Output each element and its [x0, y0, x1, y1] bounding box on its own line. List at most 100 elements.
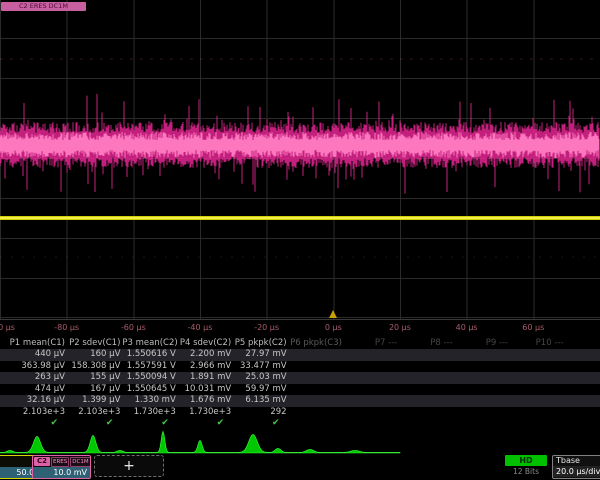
status-check: [289, 418, 344, 428]
measure-min-cell: 1.891 mV: [178, 372, 233, 384]
measure-mean-cell: [455, 361, 510, 373]
param-header[interactable]: P2 sdev(C1): [67, 338, 122, 349]
measure-min-cell: 25.03 mV: [233, 372, 288, 384]
measure-mean-cell: [289, 361, 344, 373]
measure-num-cell: 2.103e+3: [67, 407, 122, 419]
channel-c2-descriptor[interactable]: C2 ERES DC1M 10.0 mV: [32, 455, 91, 479]
time-axis-label: -80 µs: [54, 323, 79, 332]
timebase-label: Tbase: [553, 456, 600, 466]
measure-value-cell: 440 µV: [0, 349, 67, 361]
measure-min-cell: [399, 372, 454, 384]
measure-value-cell: [344, 349, 399, 361]
measure-max-cell: 10.031 mV: [178, 384, 233, 396]
measure-num-cell: [455, 407, 510, 419]
measure-sdev-cell: 1.330 mV: [122, 395, 177, 407]
measure-mean-cell: 33.477 mV: [233, 361, 288, 373]
c2-scale-value: 10.0 mV: [33, 467, 90, 478]
measure-num-cell: 292: [233, 407, 288, 419]
time-axis-label: -20 µs: [254, 323, 279, 332]
measure-value-cell: [399, 349, 454, 361]
oscilloscope-screen: C2 ERES DC1M -100 µs-80 µs-60 µs-40 µs-2…: [0, 0, 600, 480]
status-check: ✔: [0, 418, 67, 428]
measure-max-cell: [455, 384, 510, 396]
measure-mean-cell: 158.308 µV: [67, 361, 122, 373]
param-header-unused[interactable]: P10 ---: [510, 338, 565, 349]
measure-min-cell: [510, 372, 565, 384]
waveform-traces: [0, 0, 600, 319]
measure-min-cell: [344, 372, 399, 384]
measure-max-cell: 59.97 mV: [233, 384, 288, 396]
status-check: [510, 418, 565, 428]
status-check: [399, 418, 454, 428]
measure-num-cell: [399, 407, 454, 419]
time-axis-label: 40 µs: [456, 323, 478, 332]
param-header-unused[interactable]: P9 ---: [455, 338, 510, 349]
status-check: ✔: [178, 418, 233, 428]
measure-value-cell: 27.97 mV: [233, 349, 288, 361]
measure-num-cell: [344, 407, 399, 419]
time-axis-label: -100 µs: [0, 323, 15, 332]
timebase-descriptor[interactable]: Tbase 20.0 µs/div: [552, 455, 600, 479]
measure-max-cell: [399, 384, 454, 396]
measure-mean-cell: 363.98 µV: [0, 361, 67, 373]
measure-max-cell: 1.550645 V: [122, 384, 177, 396]
measurement-table: P1 mean(C1)P2 sdev(C1)P3 mean(C2)P4 sdev…: [0, 338, 600, 428]
measure-max-cell: [289, 384, 344, 396]
measure-max-cell: [344, 384, 399, 396]
status-check: ✔: [233, 418, 288, 428]
measure-mean-cell: 1.557591 V: [122, 361, 177, 373]
status-check: ✔: [122, 418, 177, 428]
measure-sdev-cell: [510, 395, 565, 407]
status-check: [455, 418, 510, 428]
param-header-unused[interactable]: P8 ---: [399, 338, 454, 349]
measure-value-cell: 2.200 mV: [178, 349, 233, 361]
bottom-status-bar: DC1M 50.0 mV C2 ERES DC1M 10.0 mV + HD 1…: [0, 454, 600, 480]
time-axis-label: 60 µs: [522, 323, 544, 332]
c2-coupling-chip: DC1M: [70, 457, 90, 467]
c2-eres-chip: ERES: [51, 457, 69, 467]
time-axis-label: 20 µs: [389, 323, 411, 332]
param-header-unused[interactable]: P11: [566, 338, 600, 349]
measure-max-cell: 474 µV: [0, 384, 67, 396]
trace-descriptor-badge[interactable]: C2 ERES DC1M: [1, 2, 86, 11]
measure-num-cell: 1.730e+3: [178, 407, 233, 419]
measure-num-cell: [566, 407, 600, 419]
measure-num-cell: 1.730e+3: [122, 407, 177, 419]
measure-sdev-cell: 6.135 mV: [233, 395, 288, 407]
measure-mean-cell: [510, 361, 565, 373]
param-header-unused[interactable]: P7 ---: [344, 338, 399, 349]
waveform-grid: [0, 0, 600, 320]
measure-value-cell: 160 µV: [67, 349, 122, 361]
measure-sdev-cell: [289, 395, 344, 407]
measure-sdev-cell: [566, 395, 600, 407]
measure-sdev-cell: 1.676 mV: [178, 395, 233, 407]
measure-num-cell: 2.103e+3: [0, 407, 67, 419]
measure-sdev-cell: [399, 395, 454, 407]
param-header[interactable]: P3 mean(C2): [122, 338, 177, 349]
param-header[interactable]: P1 mean(C1): [0, 338, 67, 349]
param-header[interactable]: P4 sdev(C2): [178, 338, 233, 349]
hd-bits-label: 12 Bits: [505, 467, 547, 477]
measure-value-cell: [289, 349, 344, 361]
measure-min-cell: 263 µV: [0, 372, 67, 384]
measure-mean-cell: [566, 361, 600, 373]
measure-min-cell: [566, 372, 600, 384]
add-trace-button[interactable]: +: [94, 455, 164, 477]
measure-mean-cell: [344, 361, 399, 373]
status-check: [566, 418, 600, 428]
measure-max-cell: [510, 384, 565, 396]
time-axis-label: -60 µs: [121, 323, 146, 332]
param-header-unused[interactable]: P6 pkpk(C3): [289, 338, 344, 349]
measurement-histogram-trace: [0, 428, 600, 456]
measure-value-cell: 1.550616 V: [122, 349, 177, 361]
measure-min-cell: 155 µV: [67, 372, 122, 384]
measure-value-cell: [510, 349, 565, 361]
measure-mean-cell: 2.966 mV: [178, 361, 233, 373]
time-axis-label: 0 µs: [325, 323, 342, 332]
measure-value-cell: [566, 349, 600, 361]
status-check: ✔: [67, 418, 122, 428]
param-header[interactable]: P5 pkpk(C2): [233, 338, 288, 349]
timebase-value: 20.0 µs/div: [553, 466, 600, 477]
measure-num-cell: [510, 407, 565, 419]
measure-mean-cell: [399, 361, 454, 373]
